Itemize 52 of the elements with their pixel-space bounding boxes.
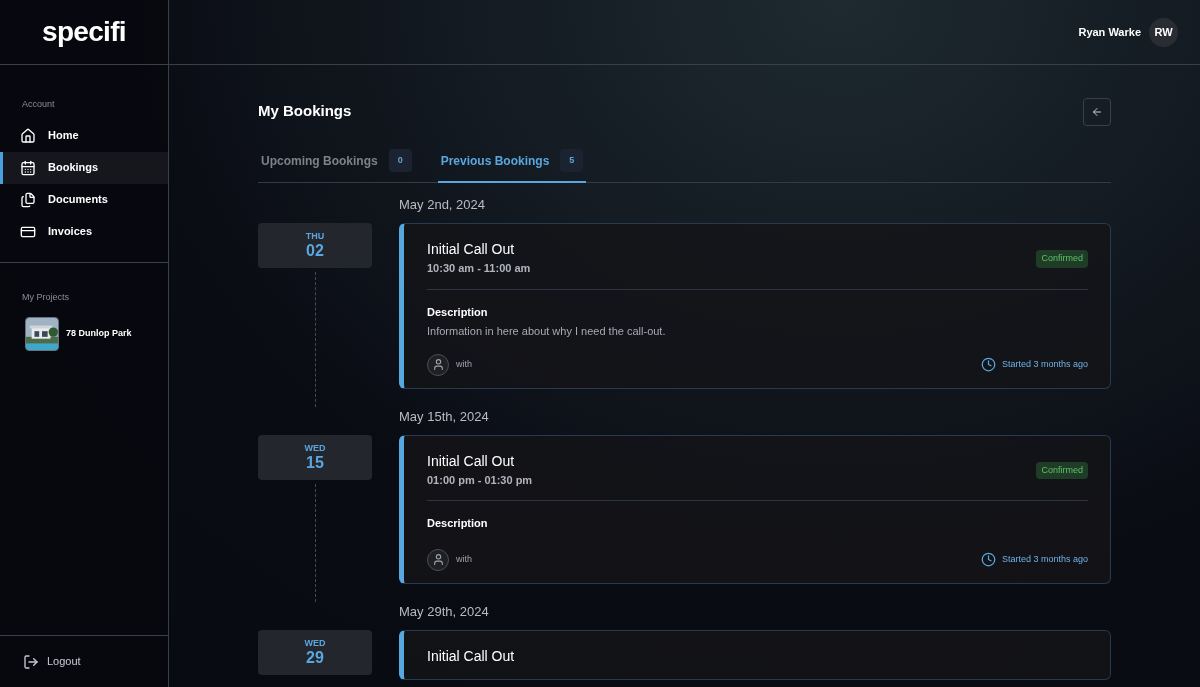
booking-title: Initial Call Out: [427, 451, 515, 471]
weekday: THU: [305, 232, 325, 241]
day-number: 15: [306, 454, 324, 471]
section-heading: My Projects: [21, 290, 70, 304]
sidebar-item[interactable]: Documents: [0, 183, 168, 216]
description-text: Information in here about why I need the call-out.: [427, 324, 666, 339]
booking-date: May 29th, 2024: [399, 602, 489, 618]
tab[interactable]: Upcoming Bookings 0: [258, 140, 415, 183]
weekday: WED: [304, 443, 326, 453]
started-time: Started 3 months ago: [1001, 552, 1088, 566]
page-title: My Bookings: [258, 101, 352, 121]
booking-card[interactable]: Initial Call Out: [399, 629, 1111, 680]
logout-icon: [23, 653, 39, 670]
day-number: 29: [306, 649, 324, 666]
logo[interactable]: specifi: [42, 18, 126, 46]
documents-icon: [20, 191, 36, 208]
sidebar-item[interactable]: Invoices: [0, 215, 168, 248]
sidebar-item[interactable]: Home: [0, 119, 168, 152]
tab[interactable]: Previous Bookings 5: [437, 140, 587, 183]
with-label: with: [456, 552, 472, 566]
booking-time: 01:00 pm - 01:30 pm: [427, 472, 533, 488]
with-label: with: [456, 357, 472, 371]
count-badge: 5: [560, 149, 584, 172]
avatar-placeholder-icon: [427, 353, 449, 376]
weekday: WED: [304, 638, 326, 648]
status-badge: Confirmed: [1036, 461, 1088, 479]
home-icon: [20, 127, 36, 144]
booking-title: Initial Call Out: [427, 646, 515, 666]
user-name: Ryan Warke: [1078, 24, 1141, 40]
sidebar-item[interactable]: Bookings: [0, 151, 168, 184]
booking-card[interactable]: Initial Call Out 01:00 pm - 01:30 pm Confirmed Description with Started 3 months ago: [399, 434, 1111, 584]
count-badge: 0: [388, 149, 412, 172]
booking-title: Initial Call Out: [427, 240, 515, 259]
user-avatar[interactable]: RW: [1149, 17, 1178, 47]
logout-button[interactable]: Logout: [0, 653, 81, 670]
back-button[interactable]: [1083, 98, 1111, 126]
avatar-placeholder-icon: [427, 548, 449, 571]
clock-icon: [980, 552, 996, 567]
section-heading: Account: [21, 98, 56, 111]
day-number: 02: [306, 243, 324, 259]
booking-date: May 2nd, 2024: [399, 196, 485, 211]
back-arrow-icon: [1091, 106, 1103, 118]
clock-icon: [980, 357, 996, 372]
status-badge: Confirmed: [1036, 250, 1088, 268]
description-label: Description: [427, 304, 488, 320]
started-time: Started 3 months ago: [1001, 357, 1088, 371]
calendar-icon: [20, 159, 36, 176]
booking-time: 10:30 am - 11:00 am: [427, 261, 531, 276]
description-label: Description: [427, 516, 488, 531]
booking-date: May 15th, 2024: [399, 407, 489, 423]
project-item[interactable]: 78 Dunlop Park: [0, 316, 168, 352]
booking-card[interactable]: Initial Call Out 10:30 am - 11:00 am Confirmed Description Information in here about why I need the call-out. with Started 3 months ago: [399, 223, 1111, 389]
